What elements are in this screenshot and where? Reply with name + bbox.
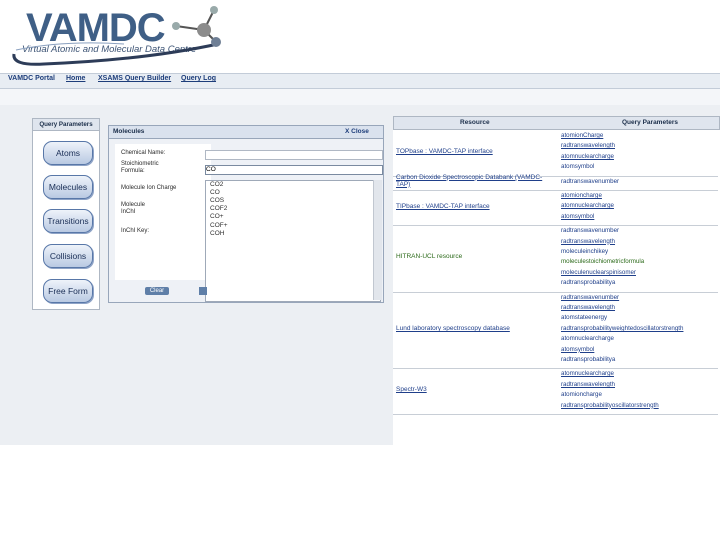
- molecule-ion-charge-label: Molecule Ion Charge: [121, 185, 177, 191]
- query-parameters-column-header: Query Parameters: [622, 119, 679, 126]
- query-parameter-item[interactable]: moleculestoichiometricformula: [561, 258, 644, 265]
- molecules-dialog-header: Molecules X Close: [109, 126, 383, 139]
- query-parameter-item[interactable]: atomnuclearcharge: [561, 335, 614, 342]
- close-button[interactable]: X Close: [345, 128, 369, 135]
- vamdc-logo: VAMDC Virtual Atomic and Molecular Data …: [4, 0, 232, 72]
- formula-suggestions-dropdown: CO2 CO COS COF2 CO+ COF+ COH: [205, 180, 381, 302]
- main-top-strip: [0, 89, 720, 105]
- resource-name[interactable]: Spectr-W3: [396, 386, 427, 393]
- query-parameter-item[interactable]: atomsymbol: [561, 163, 594, 170]
- resource-name[interactable]: TIPbase : VAMDC-TAP interface: [396, 203, 490, 210]
- query-parameter-item[interactable]: radtransprobabilitya: [561, 279, 615, 286]
- nav-bar: VAMDC Portal Home XSAMS Query Builder Qu…: [0, 73, 720, 89]
- query-parameter-item[interactable]: atomnuclearcharge: [561, 370, 614, 377]
- resource-name[interactable]: Carbon Dioxide Spectroscopic Databank (V…: [396, 174, 546, 188]
- nav-item-home[interactable]: Home: [66, 75, 85, 82]
- suggestion-item[interactable]: CO: [210, 189, 220, 196]
- suggestion-item[interactable]: CO+: [210, 213, 224, 220]
- chemical-name-input[interactable]: [205, 150, 383, 160]
- molecules-dialog-title: Molecules: [113, 128, 145, 135]
- stoichiometric-formula-input[interactable]: CO: [205, 165, 383, 175]
- clear-button[interactable]: Clear: [145, 287, 169, 295]
- query-parameters-title: Query Parameters: [33, 119, 99, 131]
- query-parameter-item[interactable]: atomnuclearcharge: [561, 153, 614, 160]
- query-parameter-item[interactable]: atomionCharge: [561, 132, 603, 139]
- query-parameter-item[interactable]: radtransprobabilityoscillatorstrength: [561, 402, 659, 409]
- query-parameter-item[interactable]: atomstateenergy: [561, 314, 607, 321]
- stoichiometric-formula-label: Stoichiometric Formula:: [121, 161, 159, 174]
- row-divider: [393, 414, 718, 415]
- suggestion-item[interactable]: COH: [210, 230, 224, 237]
- query-parameter-item[interactable]: atomsymbol: [561, 346, 594, 353]
- query-parameter-item[interactable]: atomioncharge: [561, 192, 602, 199]
- row-divider: [393, 291, 718, 293]
- query-parameter-item[interactable]: atomnuclearcharge: [561, 202, 614, 209]
- row-divider: [393, 225, 718, 227]
- suggestion-item[interactable]: COF+: [210, 222, 228, 229]
- query-parameters-panel: Query Parameters Atoms Molecules Transit…: [32, 118, 100, 310]
- suggestion-item[interactable]: COF2: [210, 205, 227, 212]
- molecule-icon: [172, 6, 221, 47]
- free-form-button[interactable]: Free Form: [43, 279, 93, 303]
- transitions-button[interactable]: Transitions: [43, 209, 93, 233]
- molecule-inchi-label: Molecule InChI: [121, 202, 146, 215]
- molecules-button[interactable]: Molecules: [43, 175, 93, 199]
- atoms-button[interactable]: Atoms: [43, 141, 93, 165]
- query-parameter-item[interactable]: atomsymbol: [561, 213, 594, 220]
- collisions-button[interactable]: Collisions: [43, 244, 93, 268]
- nav-item-query-log[interactable]: Query Log: [181, 75, 216, 82]
- query-parameter-item[interactable]: radtransprobabilityweightedoscillatorstr…: [561, 325, 683, 332]
- query-parameter-item[interactable]: radtranswavelength: [561, 142, 615, 149]
- search-button[interactable]: [199, 287, 207, 295]
- suggestion-item[interactable]: COS: [210, 197, 224, 204]
- resource-table-header: Resource Query Parameters: [393, 116, 720, 130]
- resource-column-header: Resource: [460, 119, 490, 126]
- chemical-name-label: Chemical Name:: [121, 150, 166, 156]
- suggestion-item[interactable]: CO2: [210, 181, 223, 188]
- row-divider: [393, 190, 718, 191]
- inchi-key-label: InChI Key:: [121, 228, 150, 234]
- query-parameter-item[interactable]: radtransprobabilitya: [561, 356, 615, 363]
- nav-item-query-builder[interactable]: XSAMS Query Builder: [98, 75, 171, 82]
- query-parameter-item[interactable]: radtranswavenumber: [561, 178, 619, 185]
- query-parameter-item[interactable]: moleculeinchikey: [561, 248, 608, 255]
- nav-item-vamdc-portal[interactable]: VAMDC Portal: [8, 75, 55, 82]
- query-parameter-item[interactable]: radtranswavenumber: [561, 227, 619, 234]
- row-divider: [393, 368, 718, 370]
- query-parameter-item[interactable]: atomioncharge: [561, 391, 602, 398]
- molecules-dialog: Molecules X Close Chemical Name: Stoichi…: [108, 125, 384, 303]
- query-parameter-item[interactable]: radtranswavelength: [561, 304, 615, 311]
- query-parameter-item[interactable]: radtranswavenumber: [561, 294, 619, 301]
- query-parameter-item[interactable]: radtranswavelength: [561, 238, 615, 245]
- resource-name[interactable]: Lund laboratory spectroscopy database: [396, 325, 510, 332]
- query-parameter-item[interactable]: moleculenuclearspinisomer: [561, 269, 636, 276]
- resource-table: Resource Query Parameters TOPbase : VAMD…: [393, 116, 720, 446]
- resource-name[interactable]: TOPbase : VAMDC-TAP interface: [396, 148, 493, 155]
- query-parameter-item[interactable]: radtranswavelength: [561, 381, 615, 388]
- dropdown-scrollbar[interactable]: [373, 180, 382, 300]
- resource-name[interactable]: HITRAN-UCL resource: [396, 253, 462, 260]
